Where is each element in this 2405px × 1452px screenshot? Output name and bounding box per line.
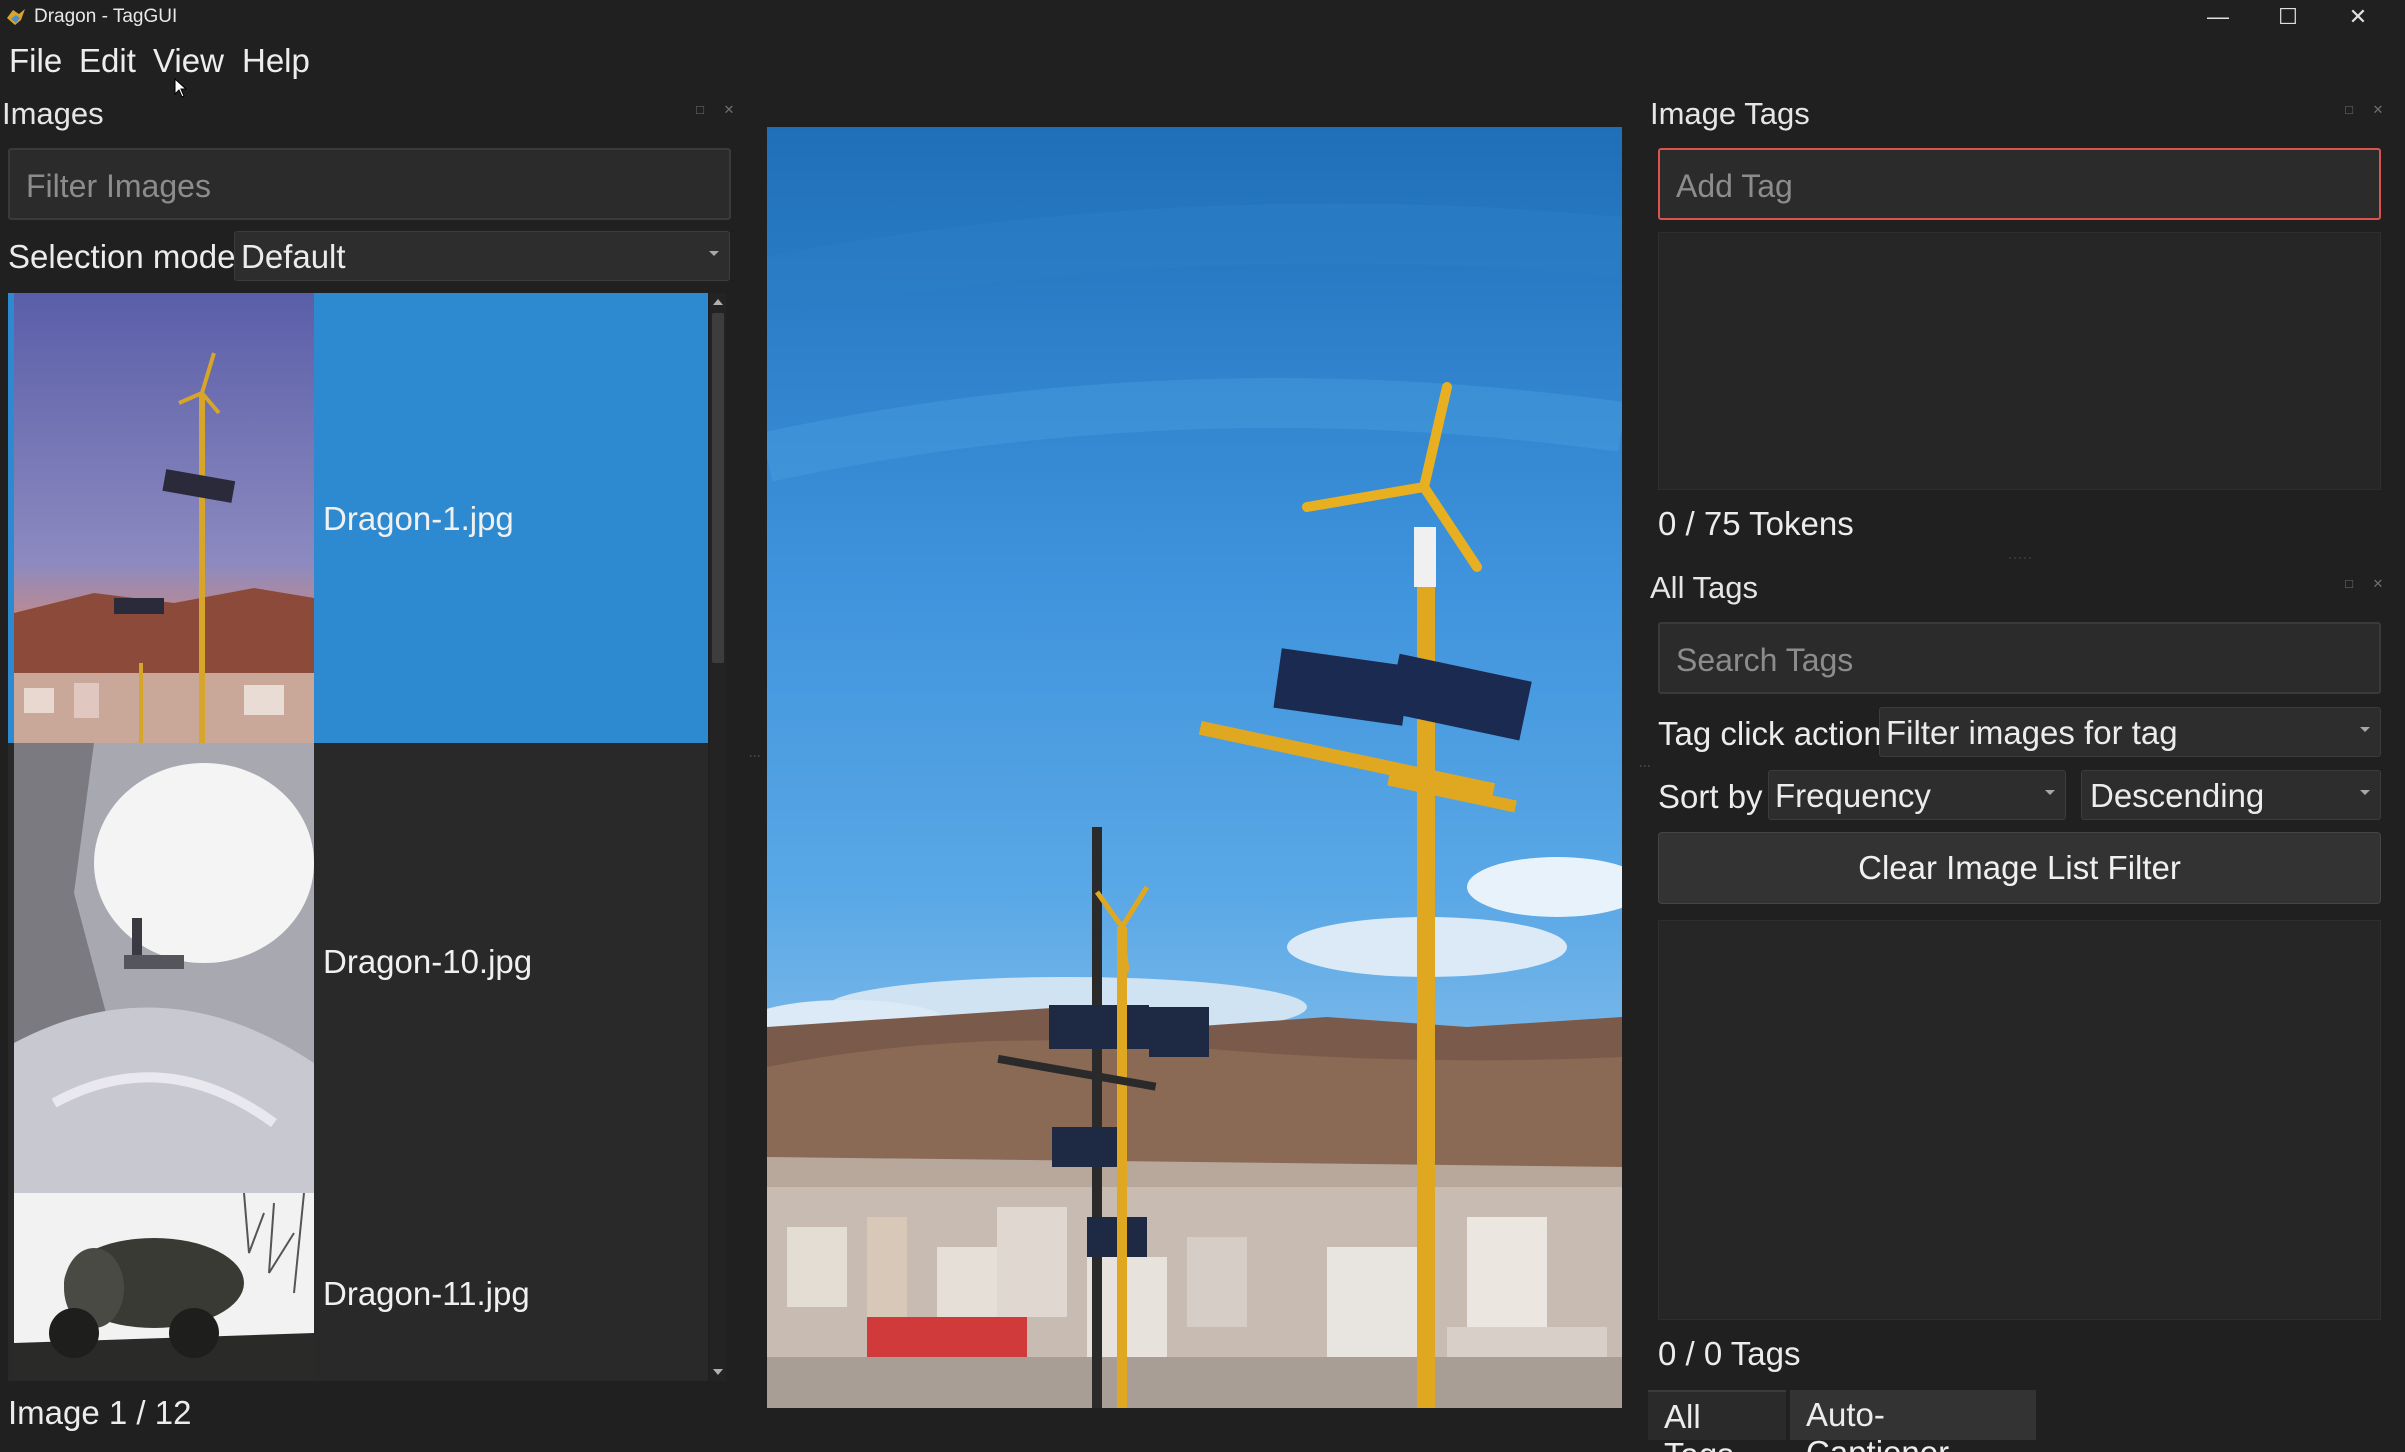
thumbnail-image xyxy=(14,1193,314,1381)
menu-bar: File Edit View Help xyxy=(0,34,2405,86)
selection-mode-select[interactable]: Default xyxy=(234,231,730,281)
list-item[interactable]: Dragon-11.jpg xyxy=(8,1193,708,1381)
all-tags-list[interactable] xyxy=(1658,920,2381,1320)
sort-by-label: Sort by xyxy=(1658,778,1763,815)
splitter-handle[interactable]: ····· xyxy=(2008,550,2033,564)
thumbnail-image xyxy=(14,743,314,1193)
mouse-cursor-icon xyxy=(174,78,188,98)
add-tag-input[interactable]: Add Tag xyxy=(1658,148,2381,220)
close-dock-icon[interactable]: ✕ xyxy=(2371,577,2385,591)
image-count-status: Image 1 / 12 xyxy=(8,1394,192,1431)
title-bar: Dragon - TagGUI — ☐ ✕ xyxy=(0,0,2405,34)
splitter-handle[interactable]: ⋮ xyxy=(1638,760,1652,772)
float-dock-icon[interactable]: □ xyxy=(2342,577,2356,591)
clear-image-list-filter-button[interactable]: Clear Image List Filter xyxy=(1658,832,2381,904)
tab-auto-captioner[interactable]: Auto-Captioner xyxy=(1790,1390,2036,1452)
token-count: 0 / 75 Tokens xyxy=(1658,505,1854,542)
sort-by-select[interactable]: Frequency xyxy=(1768,770,2066,820)
selection-mode-label: Selection mode xyxy=(8,238,236,275)
float-dock-icon[interactable]: □ xyxy=(693,103,707,117)
image-tags-dock-title: Image Tags xyxy=(1650,96,1810,131)
image-viewer xyxy=(767,127,1622,1408)
maximize-button[interactable]: ☐ xyxy=(2253,0,2323,34)
menu-edit[interactable]: Edit xyxy=(79,42,136,80)
scroll-down-icon[interactable] xyxy=(713,1369,723,1375)
menu-help[interactable]: Help xyxy=(242,42,310,80)
image-tags-list[interactable] xyxy=(1658,232,2381,490)
chevron-down-icon xyxy=(2360,727,2370,732)
scroll-up-icon[interactable] xyxy=(713,299,723,305)
sort-order-select[interactable]: Descending xyxy=(2081,770,2381,820)
image-list[interactable]: Dragon-1.jpg Dragon-10.jpg Dragon-11.jpg xyxy=(8,293,708,1381)
scroll-thumb[interactable] xyxy=(712,313,724,663)
menu-view[interactable]: View xyxy=(153,42,224,80)
close-button[interactable]: ✕ xyxy=(2323,0,2393,34)
app-logo-icon xyxy=(7,9,25,25)
chevron-down-icon xyxy=(2360,790,2370,795)
filter-images-input[interactable]: Filter Images xyxy=(8,148,731,220)
tag-click-action-label: Tag click action xyxy=(1658,715,1882,752)
tag-click-action-select[interactable]: Filter images for tag xyxy=(1879,707,2381,757)
minimize-button[interactable]: — xyxy=(2183,0,2253,34)
close-dock-icon[interactable]: ✕ xyxy=(722,103,736,117)
list-item[interactable]: Dragon-1.jpg xyxy=(8,293,708,743)
close-dock-icon[interactable]: ✕ xyxy=(2371,103,2385,117)
tab-all-tags[interactable]: All Tags xyxy=(1648,1390,1786,1452)
menu-file[interactable]: File xyxy=(9,42,62,80)
search-tags-input[interactable]: Search Tags xyxy=(1658,622,2381,694)
float-dock-icon[interactable]: □ xyxy=(2342,103,2356,117)
list-item[interactable]: Dragon-10.jpg xyxy=(8,743,708,1193)
images-dock-title: Images xyxy=(2,96,104,131)
thumbnail-image xyxy=(14,293,314,743)
window-title: Dragon - TagGUI xyxy=(34,6,178,27)
chevron-down-icon xyxy=(709,251,719,256)
tag-count: 0 / 0 Tags xyxy=(1658,1335,1801,1372)
image-list-scrollbar[interactable] xyxy=(710,293,726,1381)
splitter-handle[interactable]: ⋮ xyxy=(748,750,762,762)
all-tags-dock-title: All Tags xyxy=(1650,570,1758,605)
chevron-down-icon xyxy=(2045,790,2055,795)
